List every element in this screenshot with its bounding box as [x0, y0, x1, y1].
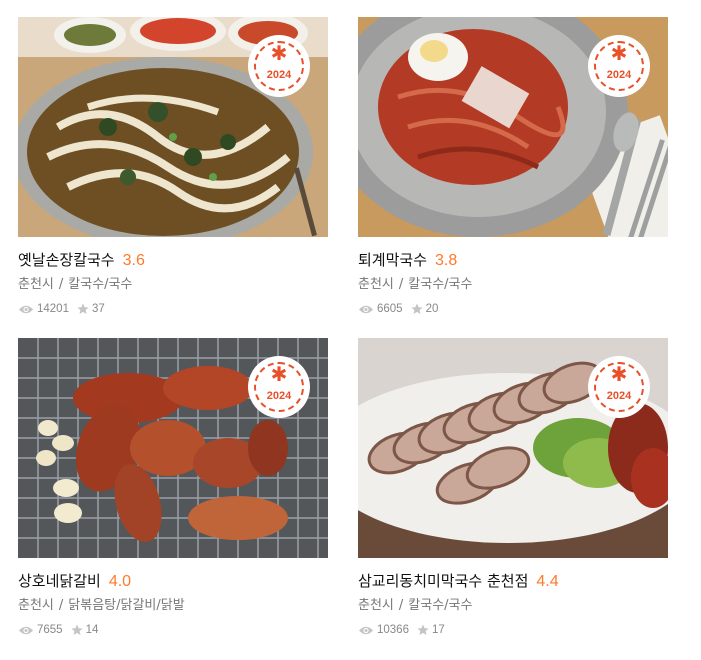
- restaurant-name[interactable]: 상호네닭갈비: [18, 572, 101, 590]
- restaurant-card[interactable]: ✱ 2024 삼교리동치미막국수 춘천점 4.4 춘천시 / 칼국수/국수 10366…: [358, 338, 668, 638]
- region-label: 춘천시: [18, 598, 54, 613]
- restaurant-name[interactable]: 옛날손장칼국수: [18, 251, 115, 269]
- restaurant-stats: 6605 20: [358, 301, 668, 317]
- asterisk-icon: ✱: [610, 41, 628, 65]
- restaurant-photo[interactable]: ✱ 2024: [18, 338, 328, 558]
- asterisk-icon: ✱: [270, 41, 288, 65]
- restaurant-card[interactable]: ✱ 2024 상호네닭갈비 4.0 춘천시 / 닭볶음탕/닭갈비/닭발 7655 14: [18, 338, 328, 638]
- asterisk-icon: ✱: [610, 362, 628, 386]
- meta-separator: /: [398, 598, 404, 613]
- restaurant-stats: 14201 37: [18, 301, 328, 317]
- restaurant-grid: ✱ 2024 옛날손장칼국수 3.6 춘천시 / 칼국수/국수 14201 37: [0, 0, 701, 660]
- category-label: 칼국수/국수: [408, 598, 473, 613]
- star-icon: [410, 303, 423, 314]
- region-label: 춘천시: [358, 277, 394, 292]
- eye-icon: [359, 305, 373, 313]
- restaurant-score: 3.8: [435, 252, 458, 269]
- restaurant-photo[interactable]: ✱ 2024: [358, 338, 668, 558]
- restaurant-card[interactable]: ✱ 2024 퇴계막국수 3.8 춘천시 / 칼국수/국수 6605 20: [358, 17, 668, 317]
- category-label: 칼국수/국수: [68, 277, 133, 292]
- year-badge: ✱ 2024: [250, 358, 308, 416]
- category-label: 칼국수/국수: [408, 277, 473, 292]
- meta-separator: /: [58, 277, 64, 292]
- view-count: 7655: [37, 624, 63, 636]
- meta-separator: /: [58, 598, 64, 613]
- badge-year: 2024: [266, 69, 292, 81]
- badge-year: 2024: [266, 390, 292, 402]
- review-count: 14: [85, 624, 99, 636]
- region-label: 춘천시: [18, 277, 54, 292]
- region-label: 춘천시: [358, 598, 394, 613]
- star-icon: [417, 624, 429, 635]
- year-badge: ✱ 2024: [250, 37, 308, 95]
- star-icon: [77, 303, 89, 314]
- restaurant-meta: 춘천시 / 칼국수/국수: [358, 596, 668, 616]
- view-count: 6605: [377, 303, 403, 315]
- star-icon: [70, 624, 83, 635]
- restaurant-score: 3.6: [122, 252, 145, 269]
- badge-year: 2024: [606, 390, 632, 402]
- year-badge: ✱ 2024: [590, 358, 648, 416]
- restaurant-meta: 춘천시 / 칼국수/국수: [358, 275, 668, 295]
- restaurant-name[interactable]: 퇴계막국수: [358, 251, 427, 269]
- asterisk-icon: ✱: [270, 362, 288, 386]
- category-label: 닭볶음탕/닭갈비/닭발: [68, 598, 185, 613]
- eye-icon: [19, 626, 33, 634]
- year-badge: ✱ 2024: [590, 37, 648, 95]
- view-count: 10366: [377, 624, 409, 636]
- restaurant-card[interactable]: ✱ 2024 옛날손장칼국수 3.6 춘천시 / 칼국수/국수 14201 37: [18, 17, 328, 317]
- restaurant-photo[interactable]: ✱ 2024: [18, 17, 328, 237]
- restaurant-score: 4.4: [536, 573, 559, 590]
- restaurant-stats: 7655 14: [18, 622, 328, 638]
- restaurant-meta: 춘천시 / 닭볶음탕/닭갈비/닭발: [18, 596, 328, 616]
- review-count: 37: [91, 303, 105, 315]
- badge-year: 2024: [606, 69, 632, 81]
- restaurant-name[interactable]: 삼교리동치미막국수 춘천점: [358, 572, 528, 590]
- eye-icon: [359, 626, 373, 634]
- restaurant-stats: 10366 17: [358, 622, 668, 638]
- view-count: 14201: [37, 303, 69, 315]
- restaurant-score: 4.0: [108, 573, 132, 590]
- restaurant-meta: 춘천시 / 칼국수/국수: [18, 275, 328, 295]
- restaurant-photo[interactable]: ✱ 2024: [358, 17, 668, 237]
- review-count: 20: [425, 303, 439, 315]
- meta-separator: /: [398, 277, 404, 292]
- review-count: 17: [431, 624, 445, 636]
- eye-icon: [19, 305, 33, 313]
